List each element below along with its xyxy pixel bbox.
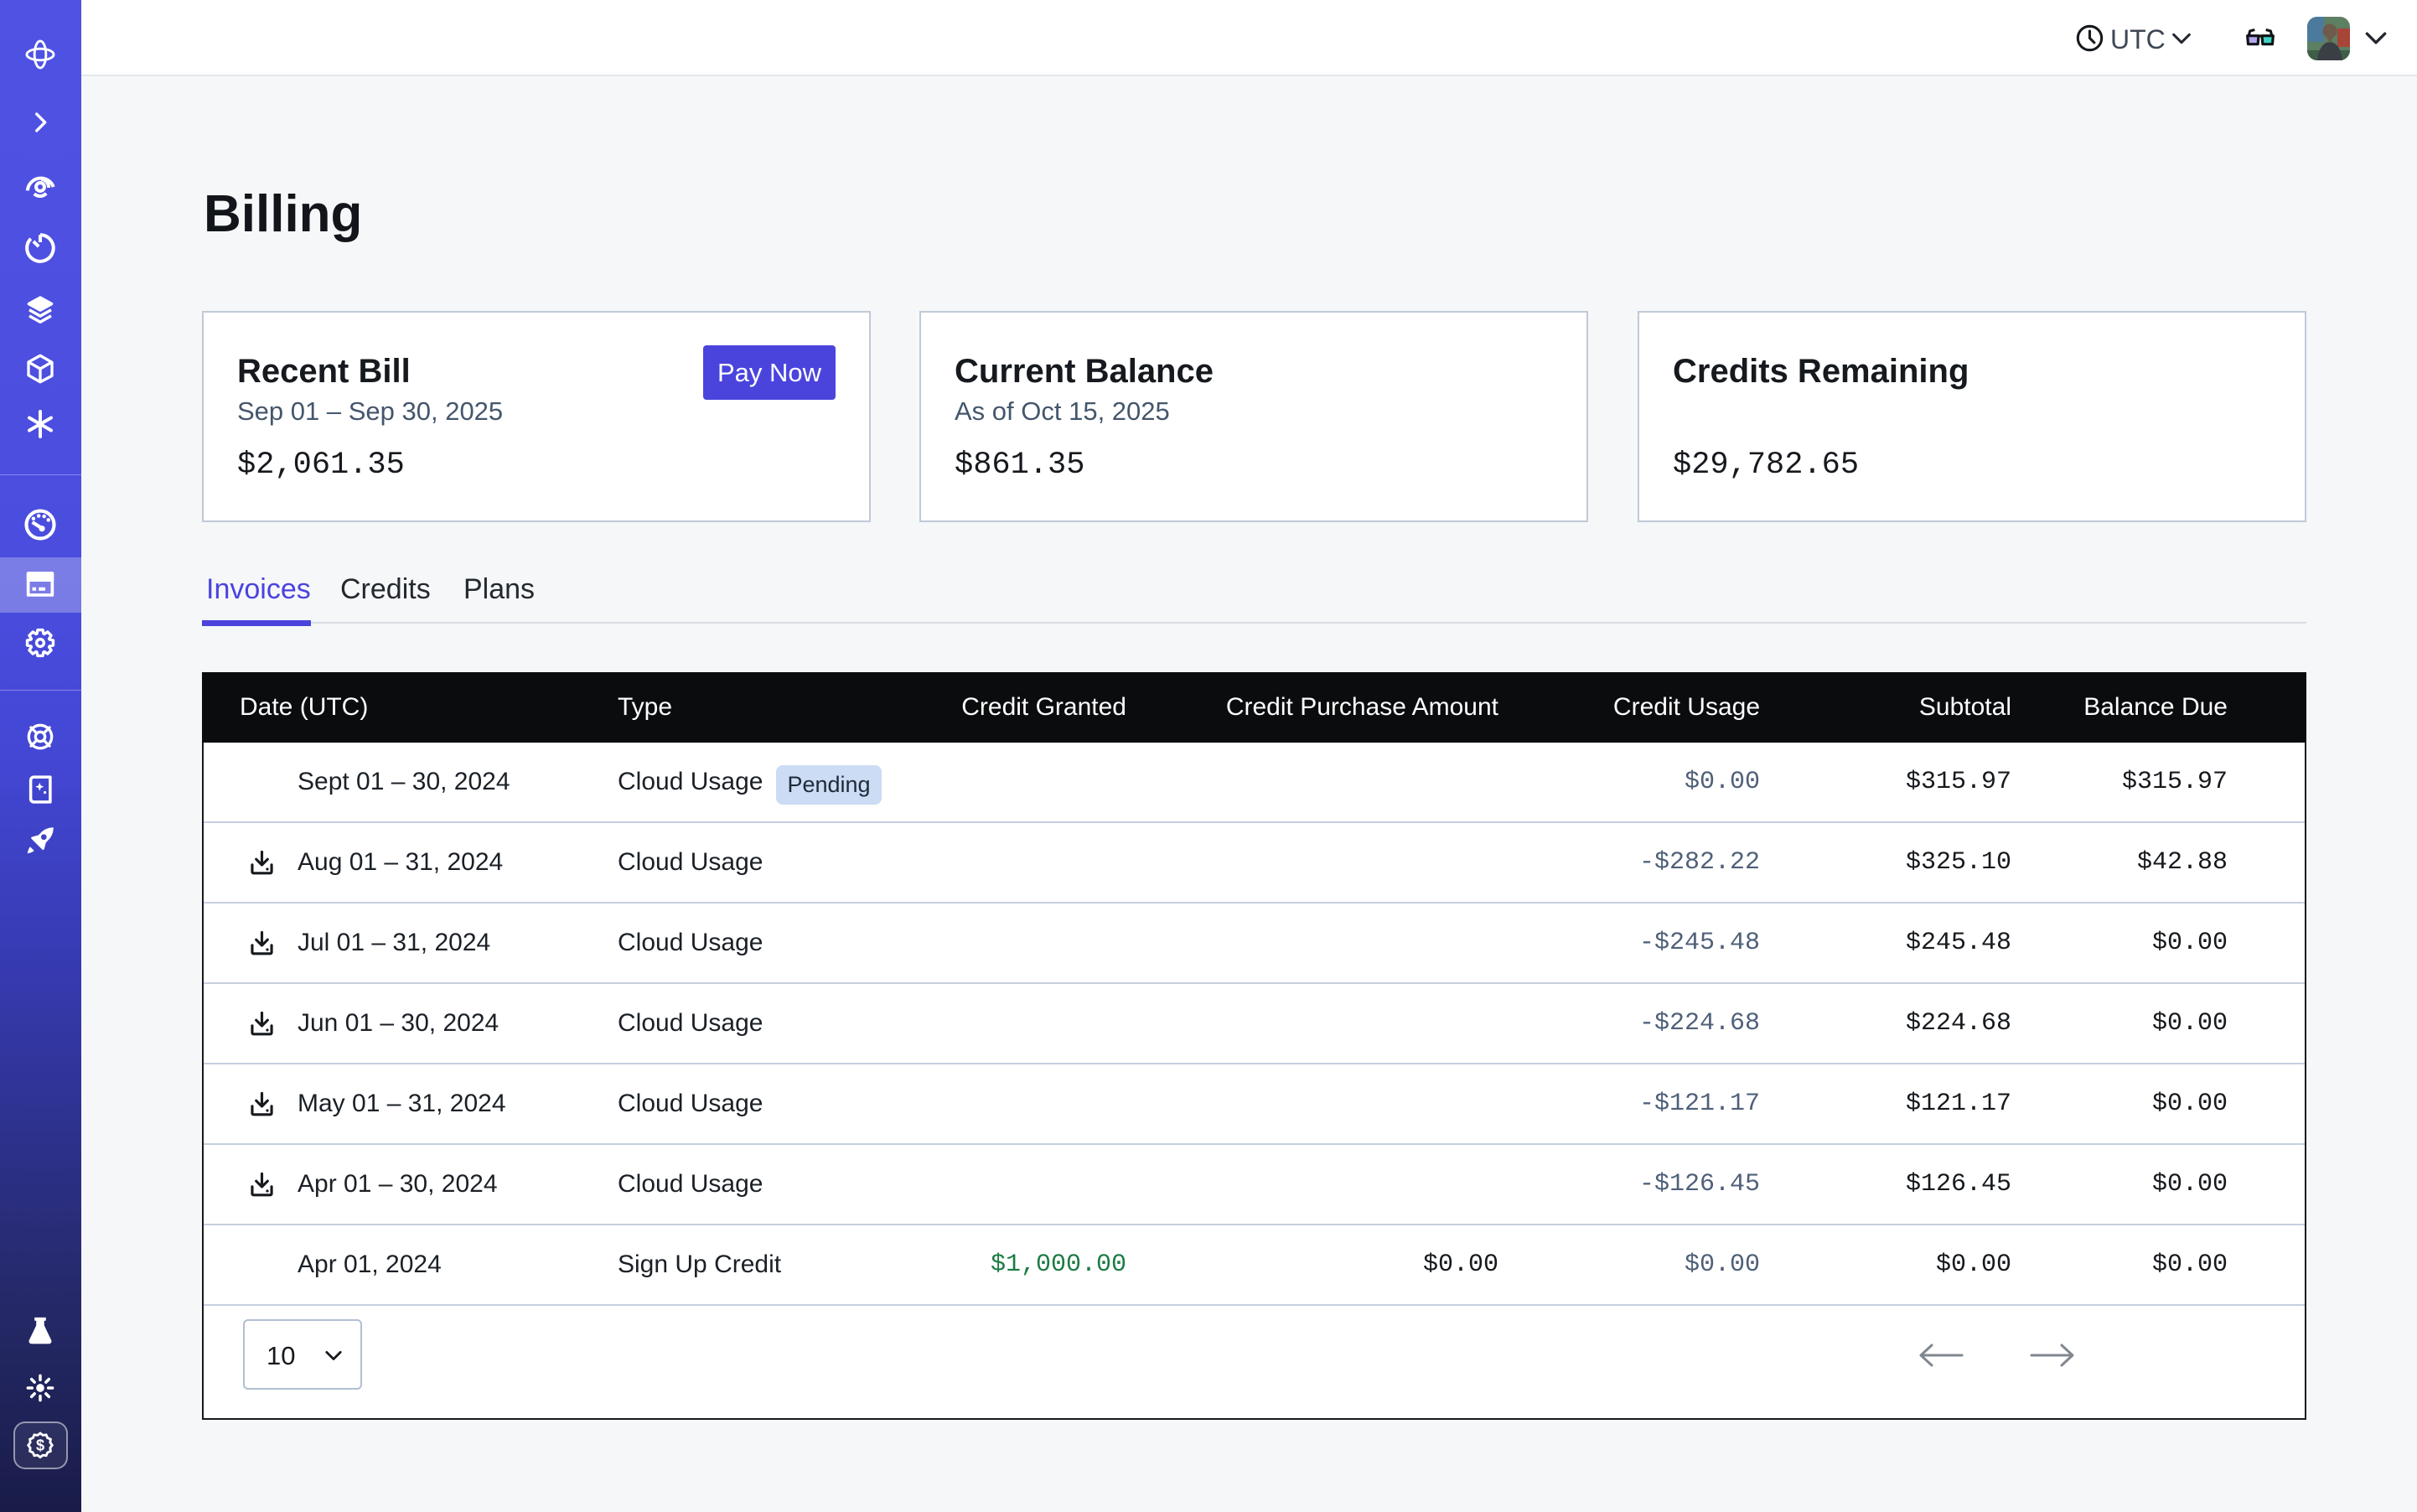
svg-text:$: $ [36,1437,44,1454]
